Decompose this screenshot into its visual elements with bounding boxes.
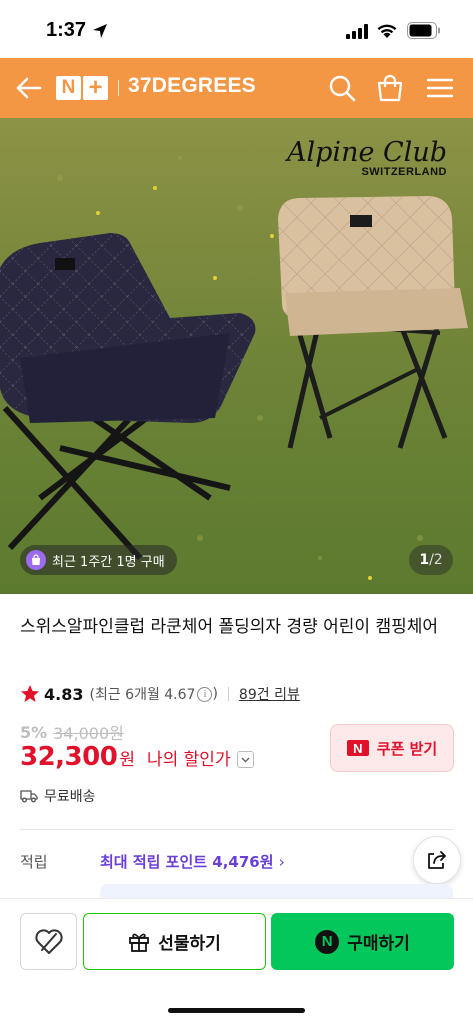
home-indicator[interactable] <box>168 1008 305 1013</box>
original-price: 34,000원 <box>53 724 124 743</box>
gift-label: 선물하기 <box>158 934 221 954</box>
cellular-signal-icon <box>346 24 368 39</box>
status-time: 1:37 <box>46 19 87 41</box>
status-bar: 1:37 <box>0 0 473 58</box>
brand-logo: Alpine Club SWITZERLAND <box>287 137 447 179</box>
store-name[interactable]: 37DEGREES <box>128 74 256 98</box>
shipping-text: 무료배송 <box>44 789 96 805</box>
sale-price: 32,300 <box>20 742 118 772</box>
bottom-action-bar: 선물하기 N 구매하기 <box>0 898 473 1024</box>
discount-rate: 5% <box>20 722 48 742</box>
star-icon <box>21 685 39 702</box>
section-divider <box>20 829 453 830</box>
recent-purchase-text: 최근 1주간 1명 구매 <box>52 554 165 570</box>
my-discount-price-label[interactable]: 나의 할인가 <box>147 745 231 770</box>
gift-icon <box>129 933 150 952</box>
info-icon[interactable]: i <box>197 686 213 702</box>
share-button[interactable] <box>413 836 461 884</box>
nplus-logo[interactable]: N + <box>56 74 108 101</box>
product-image-carousel[interactable]: Alpine Club SWITZERLAND 최근 1주간 1명 구매 1/2 <box>0 118 473 594</box>
points-value-text: 최대 적립 포인트 4,476원 <box>100 853 274 871</box>
rating-value: 4.83 <box>44 684 84 704</box>
back-arrow-icon[interactable] <box>14 74 44 102</box>
search-icon[interactable] <box>327 73 357 103</box>
image-page-indicator: 1/2 <box>409 545 453 575</box>
coupon-download-button[interactable]: N 쿠폰 받기 <box>330 724 454 772</box>
chevron-down-icon[interactable] <box>236 751 254 768</box>
rating-divider <box>227 687 229 701</box>
naver-n-icon: N <box>346 740 369 756</box>
rating-recent-close: ) <box>212 686 218 702</box>
share-icon <box>428 851 446 869</box>
nplus-logo-plus: + <box>83 74 108 101</box>
recent-purchase-badge: 최근 1주간 1명 구매 <box>20 545 177 575</box>
battery-icon <box>407 22 440 39</box>
buy-label: 구매하기 <box>347 934 410 954</box>
truck-icon <box>20 790 38 803</box>
chevron-right-icon: › <box>278 853 285 871</box>
rating-recent: (최근 6개월 4.67 <box>89 687 196 703</box>
brand-name: Alpine Club <box>287 137 447 168</box>
price-row: 32,300 원 나의 할인가 <box>20 742 254 772</box>
discount-row: 5% 34,000원 <box>20 720 124 744</box>
product-title: 스위스알파인클럽 라쿤체어 폴딩의자 경량 어린이 캠핑체어 <box>20 617 439 637</box>
points-value[interactable]: 최대 적립 포인트 4,476원 › <box>100 851 285 872</box>
menu-icon[interactable] <box>425 73 455 103</box>
naver-pay-icon: N <box>315 929 340 954</box>
nplus-logo-n: N <box>56 76 81 100</box>
gift-button[interactable]: 선물하기 <box>83 913 266 970</box>
purchase-bag-icon <box>26 550 46 570</box>
header-divider <box>118 80 119 96</box>
coupon-label: 쿠폰 받기 <box>376 739 438 758</box>
points-label: 적립 <box>20 853 48 871</box>
rating-row: 4.83 (최근 6개월 4.67 i ) 89건 리뷰 <box>20 682 300 706</box>
page-total: /2 <box>429 552 443 568</box>
review-count-link[interactable]: 89건 리뷰 <box>239 684 300 704</box>
app-header: N + 37DEGREES <box>0 58 473 118</box>
product-photo <box>0 118 473 594</box>
currency-unit: 원 <box>119 750 135 770</box>
wishlist-button[interactable] <box>20 913 77 970</box>
shipping-row: 무료배송 <box>20 786 96 806</box>
location-arrow-icon <box>93 24 107 38</box>
wifi-icon <box>377 24 397 38</box>
buy-button[interactable]: N 구매하기 <box>271 913 454 970</box>
shopping-bag-icon[interactable] <box>375 73 405 103</box>
page-current: 1 <box>419 552 430 568</box>
heart-icon <box>34 928 63 954</box>
